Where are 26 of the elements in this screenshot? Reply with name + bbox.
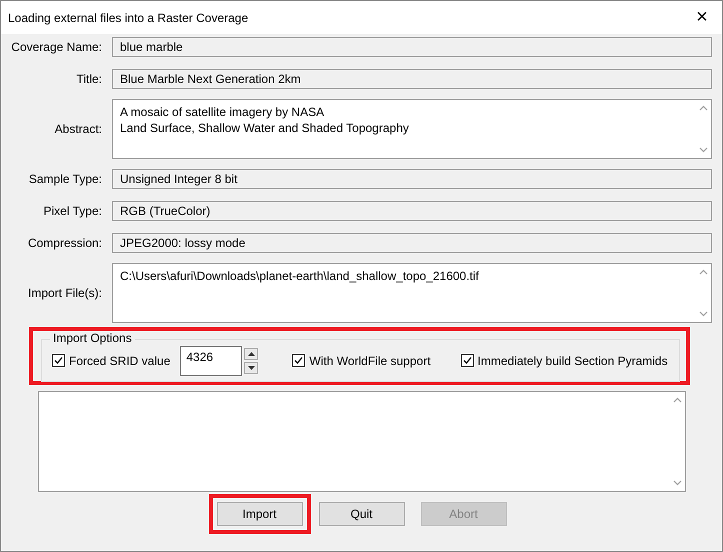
text-field[interactable]: JPEG2000: lossy mode — [112, 233, 712, 253]
window-title: Loading external files into a Raster Coverage — [8, 10, 248, 24]
checkbox-label: With WorldFile support — [309, 354, 431, 368]
field-label: Title: — [75, 72, 102, 86]
text-field[interactable]: blue marble — [112, 37, 712, 57]
text-field[interactable]: RGB (TrueColor) — [112, 201, 712, 221]
text-area[interactable]: A mosaic of satellite imagery by NASA Land Surface, Shallow Water and Shaded Topography — [112, 99, 712, 159]
checkbox-label: Immediately build Section Pyramids — [478, 354, 668, 368]
text-field[interactable]: Unsigned Integer 8 bit — [112, 169, 712, 189]
field-label: Abstract: — [54, 122, 102, 136]
srid-field[interactable]: 4326 — [180, 346, 242, 376]
text-line: Land Surface, Shallow Water and Shaded Topography — [120, 120, 410, 136]
text-line: A mosaic of satellite imagery by NASA — [120, 104, 326, 120]
field-label: Import File(s): — [26, 286, 102, 300]
field-label: Sample Type: — [28, 172, 102, 186]
field-label: Pixel Type: — [42, 204, 102, 218]
close-button[interactable]: × — [682, 6, 722, 29]
field-label: Coverage Name: — [10, 40, 102, 54]
checkbox-label: Forced SRID value — [69, 354, 170, 368]
text-area[interactable]: C:\Users\afuri\Downloads\planet-earth\land_shallow_topo_21600.tif — [112, 263, 712, 323]
dialog-button[interactable]: Quit — [318, 502, 404, 526]
text-field[interactable]: Blue Marble Next Generation 2km — [112, 69, 712, 89]
field-label: Compression: — [26, 236, 102, 250]
dialog-button[interactable]: Import — [216, 502, 302, 526]
text-line: C:\Users\afuri\Downloads\planet-earth\land_shallow_topo_21600.tif — [120, 268, 480, 284]
group-title: Import Options — [50, 331, 135, 345]
